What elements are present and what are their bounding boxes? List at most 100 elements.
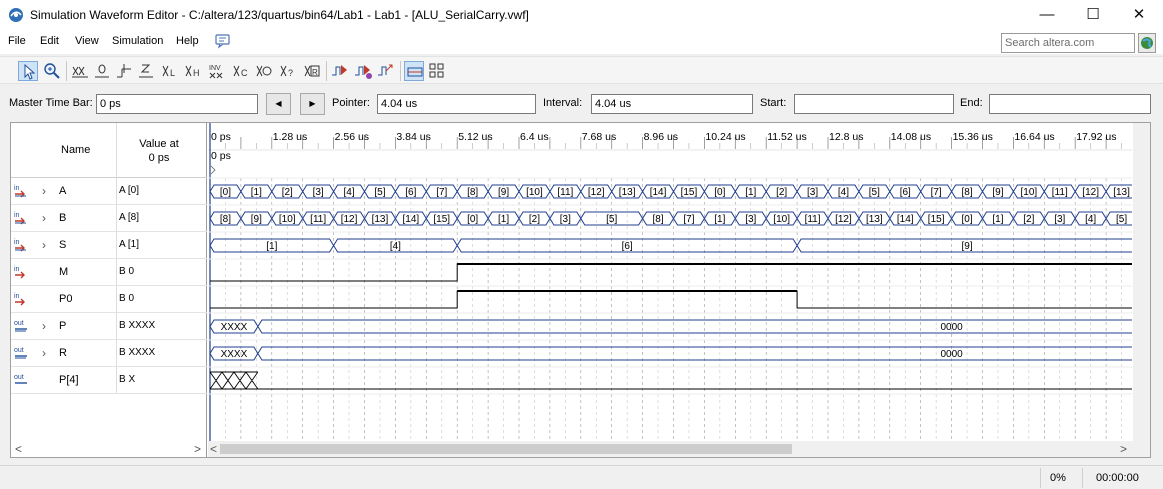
signal-row-p4[interactable]: out P[4] B X xyxy=(11,367,207,394)
bus-value-label: [11] xyxy=(1052,187,1068,198)
minimize-button[interactable]: — xyxy=(1024,0,1070,30)
end-label: End: xyxy=(960,97,983,109)
previous-transition-button[interactable]: ◀ xyxy=(266,93,291,115)
timing-simulation-icon[interactable] xyxy=(353,61,373,81)
signal-row-r[interactable]: out › R B XXXX xyxy=(11,340,207,367)
menu-help[interactable]: Help xyxy=(176,35,199,47)
forcing-high-impedance-icon[interactable] xyxy=(136,61,156,81)
horizontal-scroll-thumb[interactable] xyxy=(220,444,792,454)
maximize-button[interactable]: ☐ xyxy=(1070,0,1116,30)
output-value-segment xyxy=(257,346,1132,361)
bus-value-label: [6] xyxy=(622,241,633,252)
time-axis-label: 3.84 us xyxy=(396,131,430,143)
output-value-segment xyxy=(257,319,1132,334)
expand-chevron-icon[interactable]: › xyxy=(42,346,46,360)
signal-row-p0[interactable]: in P0 B 0 xyxy=(11,286,207,313)
status-bar: 0% 00:00:00 xyxy=(0,465,1163,489)
scroll-right-arrow-icon[interactable]: > xyxy=(194,442,201,456)
start-label: Start: xyxy=(760,97,787,109)
bit-waveform xyxy=(210,290,1132,309)
signal-row-p[interactable]: out › P B XXXX xyxy=(11,313,207,340)
menu-file[interactable]: File xyxy=(8,35,26,47)
arbitrary-value-icon[interactable]: ? xyxy=(278,61,298,81)
globe-search-icon[interactable] xyxy=(1138,33,1156,53)
signal-row-a[interactable]: in › A A [0] xyxy=(11,178,207,205)
name-column-header[interactable]: Name xyxy=(61,144,90,156)
pin-direction-text: in xyxy=(14,239,20,246)
time-axis-label: 15.36 us xyxy=(953,131,993,143)
next-transition-button[interactable]: ▶ xyxy=(300,93,325,115)
pin-direction-text: in xyxy=(14,293,20,300)
value-column-header[interactable]: Value at 0 ps xyxy=(131,137,187,165)
svg-text:?: ? xyxy=(288,68,293,78)
menu-simulation[interactable]: Simulation xyxy=(112,35,163,47)
weak-low-icon[interactable]: L xyxy=(160,61,180,81)
bus-value-label: [8] xyxy=(220,214,231,225)
forcing-unknown-icon[interactable] xyxy=(70,61,90,81)
bus-value-label: [1] xyxy=(266,241,277,252)
expand-chevron-icon[interactable]: › xyxy=(42,184,46,198)
selection-tool-icon[interactable] xyxy=(18,61,38,81)
names-horizontal-scrollbar[interactable]: < > xyxy=(11,441,207,457)
netlist-simulation-icon[interactable] xyxy=(376,61,396,81)
svg-text:INV: INV xyxy=(209,65,221,72)
weak-high-icon[interactable]: H xyxy=(183,61,203,81)
forcing-high-icon[interactable] xyxy=(114,61,134,81)
sort-icon[interactable] xyxy=(427,61,447,81)
random-value-icon[interactable]: R xyxy=(302,61,322,81)
master-time-bar-label: Master Time Bar: xyxy=(9,97,93,109)
master-time-bar-field[interactable]: 0 ps xyxy=(96,94,258,114)
count-value-icon[interactable]: C xyxy=(231,61,251,81)
bus-value-label: [14] xyxy=(403,214,420,225)
bus-value-label: [15] xyxy=(681,187,698,198)
bus-value-label: [12] xyxy=(1082,187,1099,198)
waveform-panel[interactable]: 0 ps 1.28 us 2.56 us 3.84 us 5.12 us 6.4 us 7.… xyxy=(208,123,1150,457)
expand-chevron-icon[interactable]: › xyxy=(42,319,46,333)
pointer-field[interactable]: 4.04 us xyxy=(377,94,536,114)
input-pin-icon: in xyxy=(14,239,26,252)
bus-value-label: [14] xyxy=(650,187,667,198)
value-column-header-line1: Value at xyxy=(139,138,179,150)
waveform-horizontal-scrollbar[interactable]: < > xyxy=(208,441,1150,457)
signal-row-m[interactable]: in M B 0 xyxy=(11,259,207,286)
signal-row-b[interactable]: in › B A [8] xyxy=(11,205,207,232)
bus-value-label: [8] xyxy=(961,187,972,198)
signal-row-s[interactable]: in › S A [1] xyxy=(11,232,207,259)
expand-chevron-icon[interactable]: › xyxy=(42,211,46,225)
start-field[interactable] xyxy=(794,94,954,114)
signal-value-at-time: B XXXX xyxy=(119,320,156,331)
expand-chevron-icon[interactable]: › xyxy=(42,238,46,252)
menu-view[interactable]: View xyxy=(75,35,99,47)
end-field[interactable] xyxy=(989,94,1151,114)
invert-icon[interactable]: INV xyxy=(207,61,227,81)
functional-simulation-icon[interactable] xyxy=(330,61,350,81)
feedback-icon[interactable] xyxy=(214,33,232,49)
bus-value-label: [0] xyxy=(467,214,478,225)
search-altera-input[interactable]: Search altera.com xyxy=(1001,33,1135,53)
bus-value-label: [12] xyxy=(588,187,605,198)
close-button[interactable]: ✕ xyxy=(1116,0,1162,30)
zoom-tool-icon[interactable] xyxy=(42,61,62,81)
interval-field[interactable]: 4.04 us xyxy=(591,94,753,114)
snap-to-grid-icon[interactable] xyxy=(404,61,424,81)
title-bar: Simulation Waveform Editor - C:/altera/1… xyxy=(0,0,1163,30)
forcing-low-icon[interactable] xyxy=(92,61,112,81)
menu-edit[interactable]: Edit xyxy=(40,35,59,47)
time-axis-label: 1.28 us xyxy=(273,131,307,143)
scroll-left-arrow-icon[interactable]: < xyxy=(210,442,217,456)
svg-text:L: L xyxy=(170,68,175,78)
cursor-time-label: 0 ps xyxy=(211,150,231,162)
scroll-left-arrow-icon[interactable]: < xyxy=(15,442,22,456)
input-pin-icon: in xyxy=(14,266,25,279)
waveform-vertical-scrollbar[interactable] xyxy=(1133,123,1150,441)
time-axis-label: 0 ps xyxy=(211,131,231,143)
waveform-display[interactable]: 0 ps 1.28 us 2.56 us 3.84 us 5.12 us 6.4 us 7.… xyxy=(208,123,1132,441)
clock-icon[interactable] xyxy=(254,61,274,81)
bus-value-label: [11] xyxy=(557,187,573,198)
scroll-right-arrow-icon[interactable]: > xyxy=(1120,442,1127,456)
time-axis-label: 2.56 us xyxy=(335,131,369,143)
bus-value-label: [13] xyxy=(619,187,636,198)
time-axis-label: 6.4 us xyxy=(520,131,549,143)
time-axis-label: 7.68 us xyxy=(582,131,616,143)
bus-value-label: [11] xyxy=(805,214,821,225)
